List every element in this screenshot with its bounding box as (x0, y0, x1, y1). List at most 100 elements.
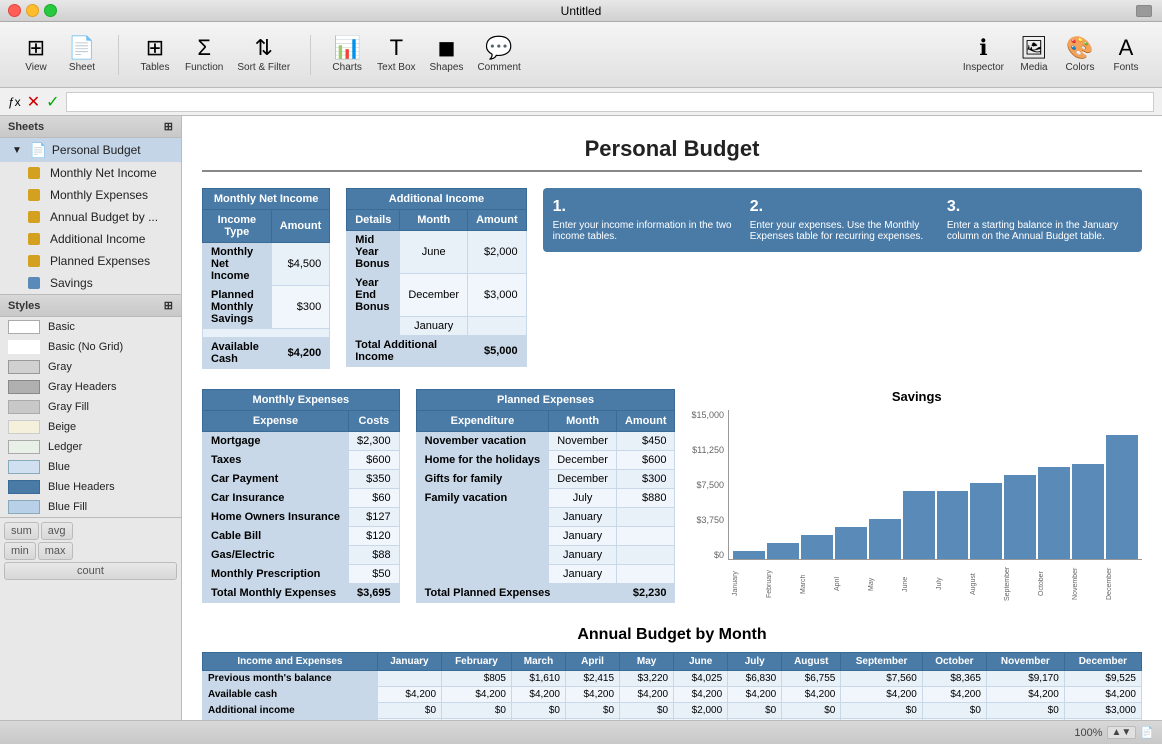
toolbar-separator-1 (118, 35, 119, 75)
annual-header: April (566, 653, 620, 671)
row-label: Car Payment (203, 470, 349, 489)
total-value: $5,000 (468, 336, 527, 367)
avg-button[interactable]: avg (41, 522, 73, 540)
comment-button[interactable]: 💬 Comment (471, 33, 526, 77)
x-axis-label: July (936, 564, 968, 604)
row-value: $3,695 (511, 719, 565, 721)
colors-button[interactable]: 🎨 Colors (1058, 33, 1102, 77)
monthly-net-income-table: Monthly Net Income Income Type Amount Mo… (202, 188, 330, 369)
row-value: $3,695 (566, 719, 620, 721)
row-label: Mortgage (203, 432, 349, 451)
zoom-stepper[interactable]: ▲▼ (1107, 726, 1137, 739)
minimize-button[interactable] (26, 4, 39, 17)
additional-income-title: Additional Income (347, 189, 526, 210)
total-row: Total Monthly Expenses$3,695 (203, 584, 400, 603)
style-item-gray-headers[interactable]: Gray Headers (0, 377, 181, 397)
function-button[interactable]: Σ Function (179, 33, 229, 77)
fonts-button[interactable]: A Fonts (1104, 33, 1148, 77)
styles-header: Styles ⊞ (0, 294, 181, 317)
expenditure-header: Expenditure (416, 411, 549, 432)
view-button[interactable]: ⊞ View (14, 33, 58, 77)
x-axis-label: August (970, 564, 1002, 604)
style-item-blue-fill[interactable]: Blue Fill (0, 497, 181, 517)
monthly-expenses-section: Monthly Expenses Expense Costs Mortgage$… (202, 389, 400, 603)
total-label: Total Monthly Expenses (203, 584, 349, 603)
styles-header-label: Styles (8, 300, 40, 312)
table-row: Home for the holidaysDecember$600 (416, 451, 675, 470)
total-label: Total Additional Income (347, 336, 468, 367)
row-value: $350 (349, 470, 400, 489)
y-axis-label: $7,500 (691, 480, 724, 490)
sidebar-item-planned-expenses[interactable]: Planned Expenses (0, 250, 181, 272)
style-item-gray-fill[interactable]: Gray Fill (0, 397, 181, 417)
cancel-icon[interactable]: ✕ (27, 92, 40, 112)
details-header: Details (347, 210, 400, 231)
row-label: November vacation (416, 432, 549, 451)
shapes-icon: ◼ (437, 37, 455, 59)
max-button[interactable]: max (38, 542, 73, 560)
planned-expenses-title: Planned Expenses (416, 390, 675, 411)
style-item-ledger[interactable]: Ledger (0, 437, 181, 457)
function-icon: Σ (197, 37, 211, 59)
style-item-blue[interactable]: Blue (0, 457, 181, 477)
annual-header: June (674, 653, 728, 671)
style-item-basic-no-grid[interactable]: Basic (No Grid) (0, 337, 181, 357)
row-month: December (400, 274, 468, 317)
row-value: $0 (566, 703, 620, 719)
textbox-button[interactable]: T Text Box (371, 33, 421, 77)
sheet-button[interactable]: 📄 Sheet (60, 33, 104, 77)
zoom-level: 100% (1074, 727, 1102, 739)
row-label: Taxes (203, 451, 349, 470)
window-resize-button[interactable] (1136, 5, 1152, 17)
sidebar-item-monthly-expenses[interactable]: Monthly Expenses (0, 184, 181, 206)
media-label: Media (1020, 62, 1047, 73)
tables-icon: ⊞ (146, 37, 164, 59)
min-button[interactable]: min (4, 542, 36, 560)
row-month: January (549, 527, 617, 546)
annual-header: September (841, 653, 922, 671)
chart-bar (869, 519, 901, 559)
maximize-button[interactable] (44, 4, 57, 17)
toolbar: ⊞ View 📄 Sheet ⊞ Tables Σ Function ⇅ Sor… (0, 22, 1162, 88)
formula-input[interactable] (66, 92, 1155, 112)
additional-income-section: Additional Income Details Month Amount M… (346, 188, 526, 367)
row-value: $4,200 (442, 687, 512, 703)
instruction-step: 1.Enter your income information in the t… (553, 198, 738, 242)
row-value: $4,200 (1064, 687, 1141, 703)
count-button[interactable]: count (4, 562, 177, 580)
sidebar-item-additional-income[interactable]: Additional Income (0, 228, 181, 250)
style-item-basic[interactable]: Basic (0, 317, 181, 337)
row-value: $2,000 (674, 703, 728, 719)
sidebar-item-annual-budget[interactable]: Annual Budget by ... (0, 206, 181, 228)
row-value: $7,560 (841, 671, 922, 687)
sidebar-item-savings[interactable]: Savings (0, 272, 181, 294)
inspector-label: Inspector (963, 62, 1004, 73)
row-value: $805 (442, 671, 512, 687)
media-button[interactable]: 🖼 Media (1012, 33, 1056, 77)
confirm-icon[interactable]: ✓ (46, 92, 59, 112)
x-axis-label: October (1038, 564, 1070, 604)
row-value: $0 (841, 703, 922, 719)
sort-filter-icon: ⇅ (255, 37, 273, 59)
sum-button[interactable]: sum (4, 522, 39, 540)
sidebar-item-personal-budget[interactable]: ▼ 📄 Personal Budget (0, 138, 181, 162)
tables-button[interactable]: ⊞ Tables (133, 33, 177, 77)
table-row: January (416, 546, 675, 565)
charts-button[interactable]: 📊 Charts (325, 33, 369, 77)
style-item-beige[interactable]: Beige (0, 417, 181, 437)
shapes-button[interactable]: ◼ Shapes (424, 33, 470, 77)
sort-filter-button[interactable]: ⇅ Sort & Filter (231, 33, 296, 77)
table-row: January (416, 565, 675, 584)
sidebar-item-monthly-net-income[interactable]: Monthly Net Income (0, 162, 181, 184)
x-axis-label: November (1072, 564, 1104, 604)
close-button[interactable] (8, 4, 21, 17)
row-value: $300 (616, 470, 675, 489)
inspector-button[interactable]: ℹ Inspector (957, 33, 1010, 77)
style-item-gray[interactable]: Gray (0, 357, 181, 377)
zoom-control: 100% ▲▼ 📄 (1074, 726, 1154, 739)
row-month: January (549, 546, 617, 565)
savings-section: Savings $15,000$11,250$7,500$3,750$0 Jan… (691, 389, 1142, 606)
annual-header: January (377, 653, 441, 671)
style-item-blue-headers[interactable]: Blue Headers (0, 477, 181, 497)
toolbar-separator-2 (310, 35, 311, 75)
